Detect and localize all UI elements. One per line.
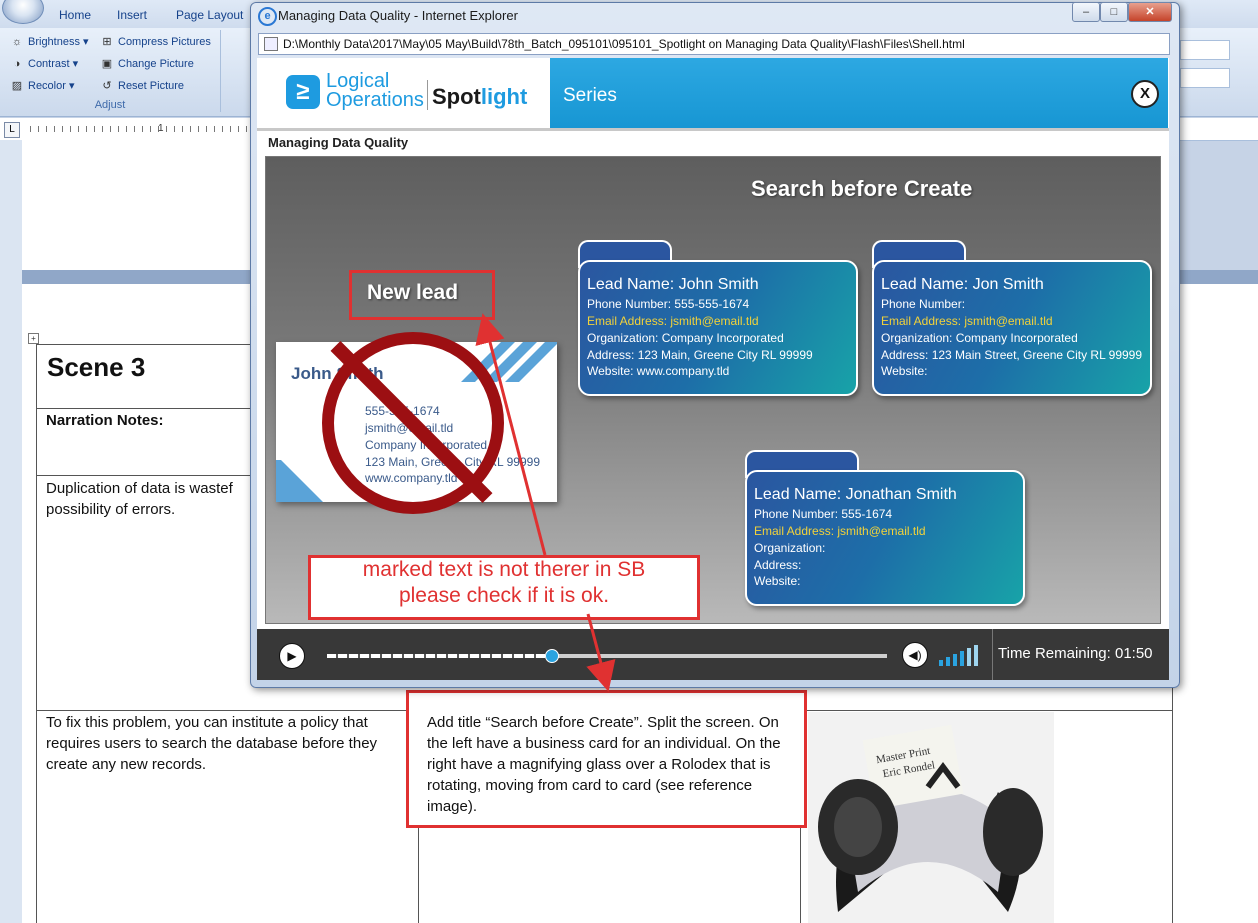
maximize-button[interactable]: □: [1100, 2, 1128, 22]
record-email: Email Address: jsmith@email.tld: [754, 524, 926, 538]
header-bar: [550, 58, 1168, 128]
volume-bar[interactable]: [974, 645, 978, 666]
screen-description-text: Add title “Search before Create”. Split …: [427, 714, 781, 815]
table-border: [36, 408, 250, 409]
reset-picture-icon: ↺: [102, 80, 112, 92]
annotation-new-lead-box: [349, 270, 495, 320]
record-website: Website: www.company.tld: [587, 364, 730, 378]
logo-divider: [427, 80, 428, 110]
compress-pictures-button[interactable]: ⊞ Compress Pictures: [100, 35, 211, 48]
size-width-spinner[interactable]: [1180, 68, 1230, 88]
table-border: [36, 344, 250, 345]
header-divider: [257, 128, 1169, 131]
volume-bar[interactable]: [946, 657, 950, 666]
speaker-icon[interactable]: ◀): [902, 642, 928, 668]
record-lead-name: Lead Name: Jon Smith: [881, 276, 1044, 293]
tab-selector[interactable]: L: [4, 122, 20, 138]
table-border: [36, 475, 250, 476]
narration-notes-label: Narration Notes:: [46, 412, 164, 429]
record-address: Address:: [754, 558, 802, 572]
size-height-spinner[interactable]: [1180, 40, 1230, 60]
record-phone: Phone Number: 555-1674: [754, 507, 893, 521]
annotation-line-2: please check if it is ok.: [398, 584, 610, 607]
record-email: Email Address: jsmith@email.tld: [881, 314, 1053, 328]
series-label: Series: [563, 85, 617, 106]
record-phone: Phone Number:: [881, 297, 966, 311]
logo-text: Logical Operations: [326, 70, 424, 111]
recolor-button[interactable]: ▨ Recolor ▾: [10, 79, 75, 92]
narration-text-2: To fix this problem, you can institute a…: [46, 714, 378, 773]
time-remaining: Time Remaining: 01:50: [998, 645, 1153, 662]
table-move-handle[interactable]: +: [28, 333, 39, 344]
progress-fill: [327, 654, 551, 658]
record-email: Email Address: jsmith@email.tld: [587, 314, 759, 328]
change-picture-icon: ▣: [101, 58, 113, 70]
address-bar[interactable]: D:\Monthly Data\2017\May\05 May\Build\78…: [258, 33, 1170, 55]
volume-bar[interactable]: [967, 648, 971, 666]
group-label-adjust: Adjust: [94, 99, 126, 111]
close-window-button[interactable]: ✕: [1128, 2, 1172, 22]
ruler-ticks: [30, 126, 250, 132]
scene-title: Scene 3: [47, 352, 146, 382]
time-divider: [992, 629, 993, 680]
recolor-icon: ▨: [11, 80, 23, 92]
ruler-number: 1: [158, 123, 164, 134]
volume-bar[interactable]: [960, 651, 964, 666]
table-border: [1172, 686, 1173, 923]
volume-bar[interactable]: [953, 654, 957, 666]
course-title: Managing Data Quality: [268, 135, 409, 150]
window-title: Managing Data Quality - Internet Explore…: [278, 8, 518, 23]
record-organization: Organization: Company Incorporated: [881, 331, 1078, 345]
record-organization: Organization:: [754, 541, 826, 555]
record-website: Website:: [881, 364, 928, 378]
record-address: Address: 123 Main Street, Greene City RL…: [881, 348, 1143, 362]
record-address: Address: 123 Main, Greene City RL 99999: [587, 348, 813, 362]
narration-text: Duplication of data is wastef possibilit…: [46, 480, 233, 518]
brightness-button[interactable]: ☼ Brightness ▾: [10, 35, 89, 48]
brightness-icon: ☼: [11, 36, 23, 48]
record-lead-name: Lead Name: Jonathan Smith: [754, 486, 957, 503]
record-website: Website:: [754, 574, 801, 588]
record-lead-name: Lead Name: John Smith: [587, 276, 759, 293]
ie-logo-icon: e: [258, 7, 277, 26]
change-picture-button[interactable]: ▣ Change Picture: [100, 57, 194, 70]
table-border: [36, 344, 37, 923]
reset-picture-button[interactable]: ↺ Reset Picture: [100, 79, 184, 92]
card-corner: [276, 460, 331, 502]
course-close-button[interactable]: X: [1131, 80, 1159, 108]
record-phone: Phone Number: 555-555-1674: [587, 297, 750, 311]
vertical-ruler: [0, 140, 23, 923]
tab-insert[interactable]: Insert: [117, 8, 147, 22]
record-organization: Organization: Company Incorporated: [587, 331, 784, 345]
annotation-line-1: marked text is not therer in SB: [362, 558, 646, 581]
contrast-button[interactable]: ◑ Contrast ▾: [10, 57, 78, 70]
progress-knob[interactable]: [545, 649, 559, 663]
spotlight-logo: Spotlight: [432, 84, 528, 109]
minimize-button[interactable]: –: [1072, 2, 1100, 22]
slide-title: Search before Create: [751, 176, 973, 201]
page-icon: [264, 37, 278, 51]
rolodex-reference-image: Master Print Eric Rondel: [808, 712, 1054, 923]
compress-icon: ⊞: [102, 36, 112, 48]
tab-home[interactable]: Home: [59, 8, 91, 22]
volume-bar[interactable]: [939, 660, 943, 666]
contrast-icon: ◑: [13, 58, 21, 70]
tab-page-layout[interactable]: Page Layout: [176, 8, 243, 22]
logical-operations-logo-icon: ≥: [286, 75, 320, 109]
address-text: D:\Monthly Data\2017\May\05 May\Build\78…: [283, 37, 965, 51]
document-page-top: [22, 140, 252, 270]
play-button[interactable]: ▶: [279, 643, 305, 669]
